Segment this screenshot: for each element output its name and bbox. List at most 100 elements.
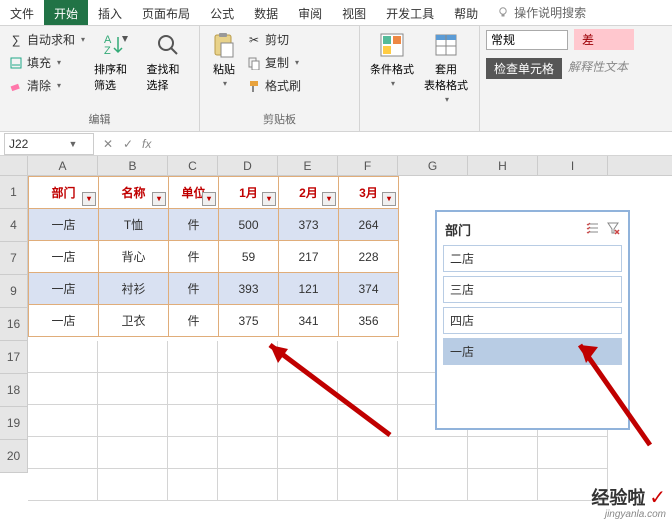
col-header-G[interactable]: G: [398, 156, 468, 175]
table-cell[interactable]: 一店: [29, 241, 99, 273]
empty-cell[interactable]: [278, 373, 338, 405]
slicer-item[interactable]: 二店: [443, 245, 622, 272]
accept-formula-button[interactable]: ✓: [118, 137, 138, 151]
menu-tab-8[interactable]: 开发工具: [376, 0, 444, 25]
empty-cell[interactable]: [468, 469, 538, 501]
filter-button[interactable]: ▾: [152, 192, 166, 206]
empty-cell[interactable]: [28, 341, 98, 373]
empty-cell[interactable]: [98, 469, 168, 501]
empty-cell[interactable]: [168, 373, 218, 405]
fx-icon[interactable]: fx: [138, 137, 155, 151]
empty-cell[interactable]: [338, 469, 398, 501]
empty-cell[interactable]: [278, 469, 338, 501]
filter-button[interactable]: ▾: [262, 192, 276, 206]
cut-button[interactable]: ✂ 剪切: [244, 29, 304, 50]
table-cell[interactable]: T恤: [99, 209, 169, 241]
style-check-cell[interactable]: 检查单元格: [486, 58, 562, 79]
empty-cell[interactable]: [278, 341, 338, 373]
slicer-item[interactable]: 一店: [443, 338, 622, 365]
empty-cell[interactable]: [98, 341, 168, 373]
table-cell[interactable]: 228: [339, 241, 399, 273]
table-cell[interactable]: 393: [219, 273, 279, 305]
col-header-I[interactable]: I: [538, 156, 608, 175]
menu-tab-7[interactable]: 视图: [332, 0, 376, 25]
row-header-20[interactable]: 20: [0, 440, 28, 473]
empty-cell[interactable]: [468, 437, 538, 469]
table-cell[interactable]: 一店: [29, 209, 99, 241]
menu-tab-9[interactable]: 帮助: [444, 0, 488, 25]
filter-button[interactable]: ▾: [82, 192, 96, 206]
table-cell[interactable]: 卫衣: [99, 305, 169, 337]
clear-filter-icon[interactable]: [606, 221, 620, 238]
empty-cell[interactable]: [28, 405, 98, 437]
menu-tab-4[interactable]: 公式: [200, 0, 244, 25]
table-cell[interactable]: 件: [169, 305, 219, 337]
row-header-17[interactable]: 17: [0, 341, 28, 374]
table-cell[interactable]: 一店: [29, 273, 99, 305]
paste-button[interactable]: 粘贴▾: [206, 29, 242, 90]
col-header-B[interactable]: B: [98, 156, 168, 175]
filter-button[interactable]: ▾: [322, 192, 336, 206]
find-select-button[interactable]: 查找和选择: [143, 29, 193, 95]
name-box[interactable]: J22 ▼: [4, 133, 94, 155]
sort-filter-button[interactable]: AZ 排序和筛选: [90, 29, 140, 95]
empty-cell[interactable]: [98, 405, 168, 437]
select-all-corner[interactable]: [0, 156, 28, 175]
filter-button[interactable]: ▾: [382, 192, 396, 206]
table-format-button[interactable]: 套用 表格格式▾: [420, 29, 472, 106]
row-header-7[interactable]: 7: [0, 242, 28, 275]
empty-cell[interactable]: [168, 437, 218, 469]
row-header-9[interactable]: 9: [0, 275, 28, 308]
col-header-H[interactable]: H: [468, 156, 538, 175]
table-cell[interactable]: 500: [219, 209, 279, 241]
col-header-C[interactable]: C: [168, 156, 218, 175]
empty-cell[interactable]: [338, 437, 398, 469]
row-header-19[interactable]: 19: [0, 407, 28, 440]
empty-cell[interactable]: [168, 469, 218, 501]
menu-tab-0[interactable]: 文件: [0, 0, 44, 25]
slicer-item[interactable]: 三店: [443, 276, 622, 303]
col-header-E[interactable]: E: [278, 156, 338, 175]
row-header-1[interactable]: 1: [0, 176, 28, 209]
style-bad[interactable]: 差: [574, 29, 634, 50]
empty-cell[interactable]: [218, 469, 278, 501]
table-cell[interactable]: 件: [169, 209, 219, 241]
empty-cell[interactable]: [168, 341, 218, 373]
empty-cell[interactable]: [538, 437, 608, 469]
table-cell[interactable]: 一店: [29, 305, 99, 337]
empty-cell[interactable]: [338, 373, 398, 405]
format-painter-button[interactable]: 格式刷: [244, 75, 304, 96]
table-cell[interactable]: 356: [339, 305, 399, 337]
table-cell[interactable]: 59: [219, 241, 279, 273]
empty-cell[interactable]: [338, 341, 398, 373]
empty-cell[interactable]: [218, 341, 278, 373]
table-cell[interactable]: 121: [279, 273, 339, 305]
table-cell[interactable]: 217: [279, 241, 339, 273]
copy-button[interactable]: 复制▾: [244, 52, 304, 73]
table-cell[interactable]: 件: [169, 241, 219, 273]
empty-cell[interactable]: [218, 437, 278, 469]
multiselect-icon[interactable]: [586, 221, 600, 238]
table-cell[interactable]: 264: [339, 209, 399, 241]
autosum-button[interactable]: ∑ 自动求和▾: [6, 29, 88, 50]
clear-button[interactable]: 清除▾: [6, 75, 88, 96]
table-cell[interactable]: 衬衫: [99, 273, 169, 305]
empty-cell[interactable]: [338, 405, 398, 437]
menu-tab-1[interactable]: 开始: [44, 0, 88, 25]
empty-cell[interactable]: [28, 373, 98, 405]
table-cell[interactable]: 件: [169, 273, 219, 305]
row-header-4[interactable]: 4: [0, 209, 28, 242]
empty-cell[interactable]: [278, 437, 338, 469]
number-format-select[interactable]: [486, 30, 568, 50]
table-cell[interactable]: 341: [279, 305, 339, 337]
conditional-format-button[interactable]: 条件格式▾: [366, 29, 418, 90]
table-cell[interactable]: 374: [339, 273, 399, 305]
tell-me[interactable]: 操作说明搜索: [488, 0, 586, 25]
empty-cell[interactable]: [278, 405, 338, 437]
empty-cell[interactable]: [218, 405, 278, 437]
empty-cell[interactable]: [28, 469, 98, 501]
col-header-A[interactable]: A: [28, 156, 98, 175]
table-cell[interactable]: 373: [279, 209, 339, 241]
menu-tab-3[interactable]: 页面布局: [132, 0, 200, 25]
row-header-16[interactable]: 16: [0, 308, 28, 341]
